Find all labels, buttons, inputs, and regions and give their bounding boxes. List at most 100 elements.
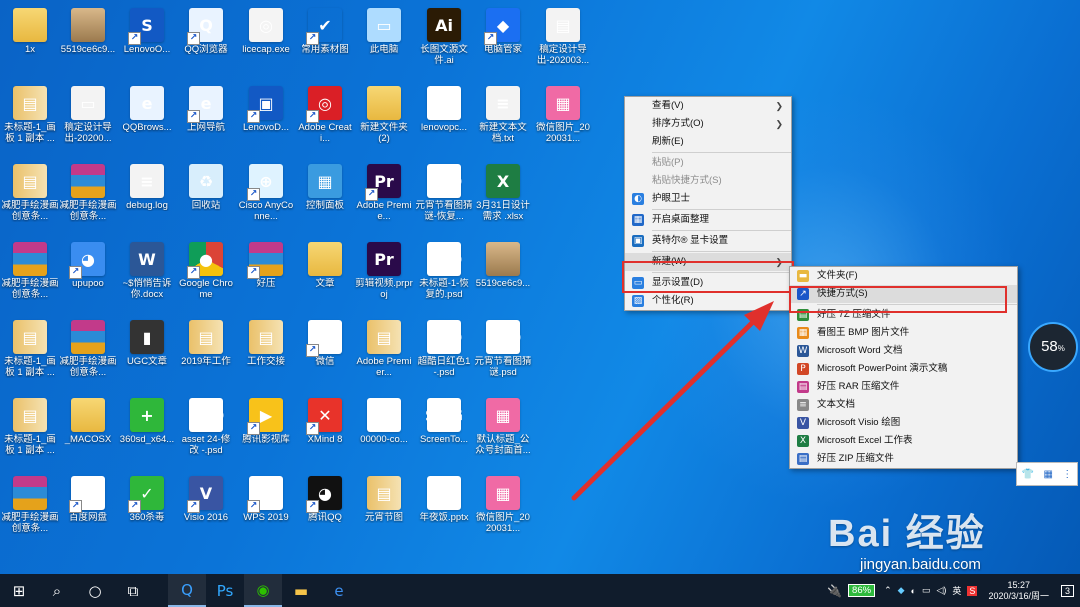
tray-chevron-icon[interactable]: ⌃ — [884, 585, 892, 596]
notification-center-icon[interactable]: 3 — [1060, 584, 1074, 597]
context-menu-item[interactable]: 刷新(E) — [625, 133, 791, 151]
desktop-icon[interactable]: ✓360杀毒 — [117, 472, 177, 544]
desktop-icon[interactable]: QQQ浏览器 — [176, 4, 236, 76]
desktop-icon[interactable]: ▤ 工作交接 — [236, 316, 296, 388]
desktop-icon[interactable]: ♻ 回收站 — [176, 160, 236, 232]
desktop-icon[interactable]: Llenovopc... — [414, 82, 474, 154]
network-icon[interactable]: ▭ — [922, 585, 931, 596]
task-view-icon[interactable]: ⧉ — [114, 574, 152, 607]
new-submenu-item[interactable]: V Microsoft Visio 绘图 — [790, 414, 1017, 432]
context-menu-item[interactable]: 排序方式(O) ❯ — [625, 115, 791, 133]
shield-tray-icon[interactable]: ◆ — [898, 585, 905, 596]
desktop-icon[interactable]: ▤ 稿定设计导出-202003... — [533, 4, 593, 76]
desktop-icon[interactable]: ◎ licecap.exe — [236, 4, 296, 76]
desktop-icon[interactable]: ≡ 新建文本文档.txt — [473, 82, 533, 154]
desktop-icon[interactable]: ▦ 微信图片_2020031... — [473, 472, 533, 544]
desktop-icon[interactable]: PSD 未标题-1-恢复的.psd — [414, 238, 474, 310]
desktop-icon[interactable]: ●Google Chrome — [176, 238, 236, 310]
desktop-icon[interactable]: ◕腾讯QQ — [295, 472, 355, 544]
desktop-icon[interactable]: PSD 超酷日红色1-.psd — [414, 316, 474, 388]
desktop-icon[interactable]: 减肥手绘漫画创意条... — [58, 160, 118, 232]
qq-browser-icon[interactable]: Q — [168, 574, 206, 607]
desktop-icon[interactable]: +360sd_x64... — [117, 394, 177, 466]
desktop-icon[interactable]: S>G ScreenTo... — [414, 394, 474, 466]
search-icon[interactable]: ⌕ — [38, 574, 76, 607]
context-menu-item[interactable]: ◐ 护眼卫士 — [625, 190, 791, 208]
desktop-icon[interactable]: ▦ 微信图片_2020031... — [533, 82, 593, 154]
tray-widget[interactable]: 👕 ▦ ⋮ — [1016, 462, 1078, 486]
new-submenu-item[interactable]: ▤ 好压 RAR 压缩文件 — [790, 378, 1017, 396]
desktop-icon[interactable]: ▣LenovoD... — [236, 82, 296, 154]
desktop-icon[interactable]: X 3月31日设计需求 .xlsx — [473, 160, 533, 232]
desktop-icon[interactable]: Pr 剪辑视频.prproj — [354, 238, 414, 310]
desktop-icon[interactable]: PrAdobe Premie... — [354, 160, 414, 232]
desktop-icon[interactable]: ▦ 默认标题_公众号封面首... — [473, 394, 533, 466]
new-submenu-item[interactable]: ▤ 好压 ZIP 压缩文件 — [790, 450, 1017, 468]
desktop-icon[interactable]: 减肥手绘漫画创意条... — [0, 472, 60, 544]
desktop-icon[interactable]: SLenovoO... — [117, 4, 177, 76]
desktop-icon[interactable]: W ~$悄悄告诉你.docx — [117, 238, 177, 310]
desktop-icon[interactable]: ▤ 未标题-1_画板 1 副本 ... — [0, 82, 60, 154]
plug-icon[interactable]: 🔌 — [827, 584, 842, 598]
desktop-icon[interactable]: ▤ 未标题-1_画板 1 副本 ... — [0, 316, 60, 388]
desktop-icon[interactable]: 1x — [0, 4, 60, 76]
desktop-icon[interactable]: PSD asset 24-修改 -.psd — [176, 394, 236, 466]
new-submenu-item[interactable]: ≡ 文本文档 — [790, 396, 1017, 414]
desktop-icon[interactable]: ▭ 此电脑 — [354, 4, 414, 76]
desktop-icon[interactable]: e QQBrows... — [117, 82, 177, 154]
photoshop-icon[interactable]: Ps — [206, 574, 244, 607]
context-menu-item[interactable]: 查看(V) ❯ — [625, 97, 791, 115]
desktop-icon[interactable]: ▤ Adobe Premier... — [354, 316, 414, 388]
desktop-icon[interactable]: WWPS 2019 — [236, 472, 296, 544]
desktop-icon[interactable]: PSD 元宵节看图猜谜-恢复... — [414, 160, 474, 232]
desktop-icon[interactable]: 5519ce6c9... — [473, 238, 533, 310]
context-menu-item[interactable]: ▣ 英特尔® 显卡设置 — [625, 232, 791, 250]
desktop-icon[interactable]: 好压 — [236, 238, 296, 310]
battery-indicator[interactable]: 86% — [848, 584, 876, 597]
cortana-icon[interactable]: ○ — [76, 574, 114, 607]
desktop-icon[interactable]: Ai 长图文源文件.ai — [414, 4, 474, 76]
desktop-icon[interactable]: ▮ UGC文章 — [117, 316, 177, 388]
desktop-icon[interactable]: ◎Adobe Creati... — [295, 82, 355, 154]
file-explorer-icon[interactable]: ▬ — [282, 574, 320, 607]
desktop-icon[interactable]: 5519ce6c9... — [58, 4, 118, 76]
desktop-icon[interactable]: ▤ 2019年工作 — [176, 316, 236, 388]
desktop-icon[interactable]: ☁百度网盘 — [58, 472, 118, 544]
clock[interactable]: 15:27 2020/3/16/周一 — [988, 580, 1049, 602]
start-icon[interactable]: ⊞ — [0, 574, 38, 607]
performance-gauge[interactable]: 58% — [1028, 322, 1078, 372]
desktop-icon[interactable]: PDF 00000-co... — [354, 394, 414, 466]
sogou-icon[interactable]: S — [967, 585, 978, 596]
desktop-icon[interactable]: _MACOSX — [58, 394, 118, 466]
desktop-icon[interactable]: PSD 元宵节看图猜谜.psd — [473, 316, 533, 388]
desktop-icon[interactable]: ◕upupoo — [58, 238, 118, 310]
new-submenu-item[interactable]: ▦ 看图王 BMP 图片文件 — [790, 324, 1017, 342]
desktop-icon[interactable]: ▶腾讯影视库 — [236, 394, 296, 466]
desktop-icon[interactable]: ◆电脑管家 — [473, 4, 533, 76]
new-submenu-item[interactable]: W Microsoft Word 文档 — [790, 342, 1017, 360]
desktop-icon[interactable]: ✔常用素材图 — [295, 4, 355, 76]
desktop-icon[interactable]: 减肥手绘漫画创意条... — [0, 238, 60, 310]
desktop-icon[interactable]: VVisio 2016 — [176, 472, 236, 544]
desktop-icon[interactable]: 新建文件夹 (2) — [354, 82, 414, 154]
edge-icon[interactable]: e — [320, 574, 358, 607]
desktop-icon[interactable]: ▤ 元宵节图 — [354, 472, 414, 544]
desktop-icon[interactable]: ◉微信 — [295, 316, 355, 388]
new-submenu-item[interactable]: P Microsoft PowerPoint 演示文稿 — [790, 360, 1017, 378]
wechat-icon[interactable]: ◉ — [244, 574, 282, 607]
desktop-icon[interactable]: ✕XMind 8 — [295, 394, 355, 466]
desktop-icon[interactable]: ▦ 控制面板 — [295, 160, 355, 232]
new-submenu-item[interactable]: X Microsoft Excel 工作表 — [790, 432, 1017, 450]
volume-icon[interactable]: ◁) — [936, 585, 946, 596]
desktop-icon[interactable]: 减肥手绘漫画创意条... — [58, 316, 118, 388]
eye-tray-icon[interactable]: ◐ — [911, 586, 916, 596]
desktop-icon[interactable]: ⊕Cisco AnyConne... — [236, 160, 296, 232]
desktop-icon[interactable]: ▭ 稿定设计导出-20200... — [58, 82, 118, 154]
desktop-icon[interactable]: e上网导航 — [176, 82, 236, 154]
new-submenu-item[interactable]: ▬ 文件夹(F) — [790, 267, 1017, 285]
context-menu-item[interactable]: ▦ 开启桌面整理 — [625, 211, 791, 229]
desktop-icon[interactable]: P 年夜饭.pptx — [414, 472, 474, 544]
desktop-icon[interactable]: ▤ 未标题-1_画板 1 副本 ... — [0, 394, 60, 466]
desktop-icon[interactable]: 文章 — [295, 238, 355, 310]
desktop-icon[interactable]: ▤ 减肥手绘漫画创意条... — [0, 160, 60, 232]
